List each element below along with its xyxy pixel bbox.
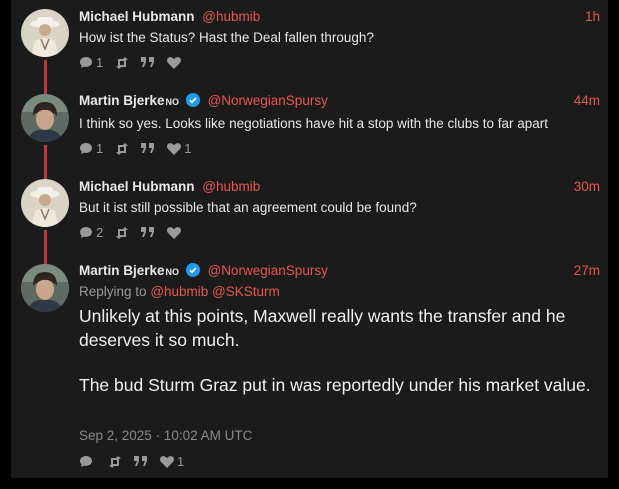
- thread-line: [44, 145, 47, 170]
- tweet-text: I think so yes. Looks like negotiations …: [79, 116, 549, 131]
- verified-badge-icon: [185, 93, 200, 107]
- tweet-actions: 2: [79, 225, 196, 240]
- tweet-date[interactable]: Sep 2, 2025 · 10:02 AM UTC: [79, 428, 252, 443]
- quote-button[interactable]: [141, 143, 155, 154]
- tweet-text-paragraph: Unlikely at this points, Maxwell really …: [79, 306, 566, 350]
- like-button[interactable]: [167, 56, 184, 69]
- main-tweet[interactable]: Martin BjerkeNO @NorwegianSpursy 27m Rep…: [11, 255, 608, 478]
- tweet-header: Martin BjerkeNO @NorwegianSpursy: [79, 263, 328, 278]
- username[interactable]: @hubmib: [202, 179, 260, 194]
- tweet-actions: 1: [79, 454, 196, 469]
- quote-icon: [141, 143, 155, 153]
- thread-line: [44, 255, 47, 264]
- quote-button[interactable]: [141, 57, 155, 68]
- retweet-icon: [109, 455, 121, 468]
- comment-icon: [80, 143, 92, 154]
- quote-button[interactable]: [141, 227, 155, 238]
- quote-icon: [141, 57, 155, 67]
- tweet-header: Michael Hubmann @hubmib: [79, 9, 260, 24]
- country-flag: NO: [165, 267, 180, 277]
- reply-count: 1: [96, 141, 104, 156]
- tweet-actions: 1 1: [79, 141, 203, 156]
- thread-line: [44, 230, 47, 255]
- tweet-header: Michael Hubmann @hubmib: [79, 179, 260, 194]
- username[interactable]: @NorwegianSpursy: [208, 263, 328, 278]
- comment-icon: [80, 227, 92, 238]
- tweet-time[interactable]: 30m: [574, 179, 600, 194]
- like-button[interactable]: 1: [167, 141, 191, 156]
- reply-count: 2: [96, 225, 104, 240]
- heart-icon: [160, 455, 174, 468]
- retweet-icon: [116, 56, 129, 69]
- tweet[interactable]: Michael Hubmann @hubmib 30m But it ist s…: [11, 170, 608, 255]
- reply-count: 1: [96, 55, 104, 70]
- retweet-button[interactable]: [115, 142, 129, 155]
- heart-icon: [167, 142, 182, 155]
- tweet-time[interactable]: 1h: [585, 9, 600, 24]
- display-name[interactable]: Michael Hubmann: [79, 179, 195, 194]
- retweet-icon: [116, 142, 129, 155]
- thread-line: [44, 60, 47, 85]
- retweet-icon: [116, 226, 129, 239]
- reply-button[interactable]: [79, 455, 96, 468]
- replying-to-label: Replying to: [79, 284, 147, 299]
- avatar-michael[interactable]: [21, 9, 69, 57]
- avatar-michael[interactable]: [21, 179, 69, 227]
- like-count: 1: [184, 141, 192, 156]
- thread-line: [44, 170, 47, 179]
- comment-icon: [80, 57, 92, 68]
- tweet-text-paragraph: The bud Sturm Graz put in was reportedly…: [79, 375, 591, 395]
- quote-button[interactable]: [134, 456, 148, 467]
- tweet-text: How ist the Status? Hast the Deal fallen…: [79, 30, 374, 45]
- tweet[interactable]: Martin BjerkeNO @NorwegianSpursy 44m I t…: [11, 85, 608, 170]
- retweet-button[interactable]: [115, 226, 129, 239]
- display-name[interactable]: Martin Bjerke: [79, 93, 165, 108]
- quote-icon: [141, 227, 155, 237]
- tweet-text: But it ist still possible that an agreem…: [79, 200, 417, 215]
- heart-icon: [167, 56, 182, 69]
- avatar-martin[interactable]: [21, 264, 69, 312]
- username[interactable]: @hubmib: [202, 9, 260, 24]
- thread-line: [44, 85, 47, 94]
- tweet[interactable]: Michael Hubmann @hubmib 1h How ist the S…: [11, 0, 608, 85]
- tweet-actions: 1: [79, 55, 196, 70]
- tweet-time[interactable]: 27m: [574, 263, 600, 278]
- username[interactable]: @NorwegianSpursy: [208, 93, 328, 108]
- replying-to: Replying to @hubmib @SKSturm: [79, 284, 280, 299]
- retweet-button[interactable]: [108, 455, 122, 468]
- avatar-martin[interactable]: [21, 94, 69, 142]
- country-flag: NO: [165, 97, 180, 107]
- display-name[interactable]: Michael Hubmann: [79, 9, 195, 24]
- like-count: 1: [177, 454, 185, 469]
- reply-button[interactable]: 1: [79, 55, 103, 70]
- reply-button[interactable]: 2: [79, 225, 103, 240]
- like-button[interactable]: 1: [160, 454, 184, 469]
- verified-badge-icon: [185, 263, 200, 277]
- like-button[interactable]: [167, 226, 184, 239]
- reply-button[interactable]: 1: [79, 141, 103, 156]
- tweet-time[interactable]: 44m: [574, 93, 600, 108]
- display-name[interactable]: Martin Bjerke: [79, 263, 165, 278]
- comment-icon: [80, 456, 92, 467]
- quote-icon: [134, 456, 147, 466]
- replying-to-mentions[interactable]: @hubmib @SKSturm: [150, 284, 279, 299]
- heart-icon: [167, 226, 182, 239]
- tweet-header: Martin BjerkeNO @NorwegianSpursy: [79, 93, 328, 108]
- retweet-button[interactable]: [115, 56, 129, 69]
